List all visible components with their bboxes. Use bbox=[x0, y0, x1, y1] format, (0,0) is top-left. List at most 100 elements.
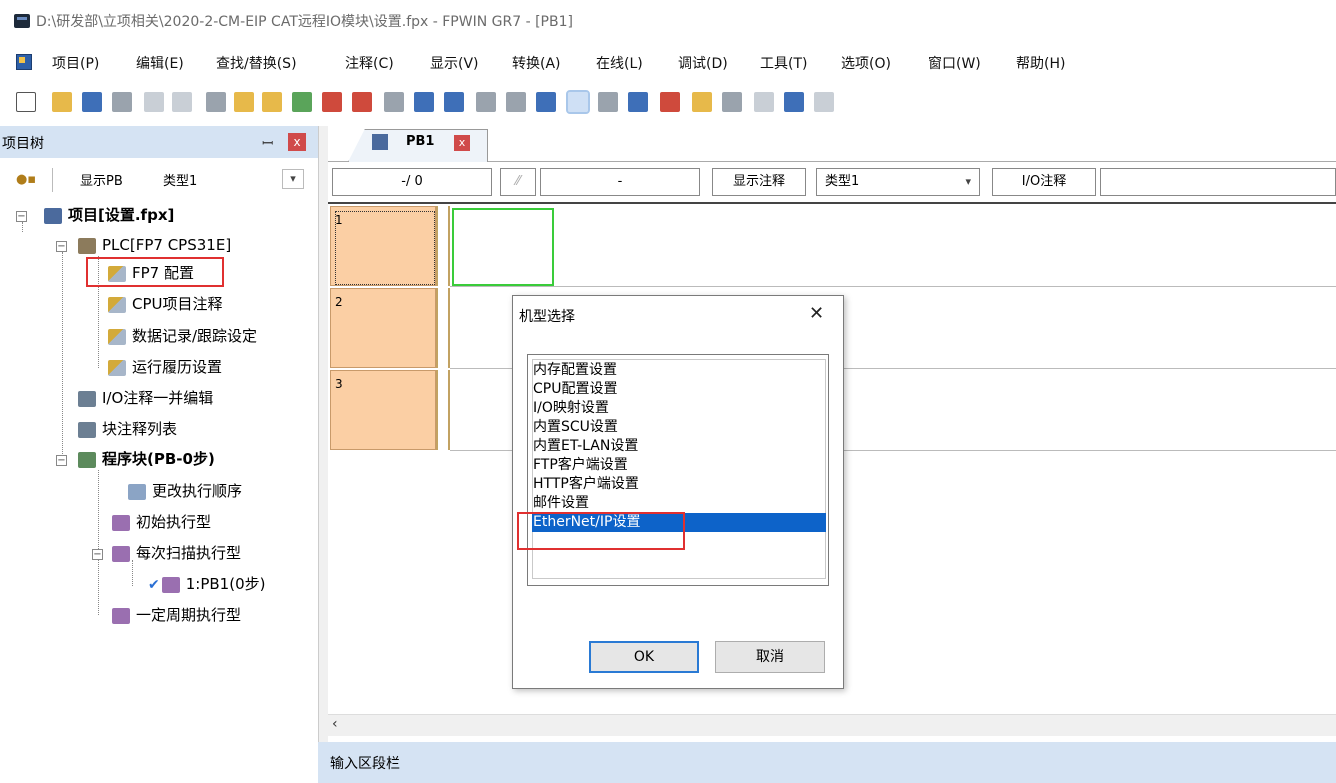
tree-item-project[interactable]: 项目[设置.fpx] bbox=[44, 203, 174, 227]
comment-type-select[interactable]: 类型1 ▾ bbox=[816, 168, 980, 196]
show-pb-button[interactable]: 显示PB bbox=[80, 170, 123, 189]
copy-icon[interactable] bbox=[234, 92, 254, 112]
rung-number[interactable]: 2 bbox=[330, 288, 436, 368]
list-item[interactable]: 内置ET-LAN设置 bbox=[532, 437, 826, 456]
convert-icon[interactable] bbox=[536, 92, 556, 112]
tab-label[interactable]: PB1 bbox=[406, 134, 434, 149]
step-button[interactable]: ⁄⁄ bbox=[500, 168, 536, 196]
menu-view[interactable]: 显示(V) bbox=[430, 53, 479, 73]
tree-item-run-history[interactable]: 运行履历设置 bbox=[108, 355, 222, 379]
menu-online[interactable]: 在线(L) bbox=[596, 53, 643, 73]
io-comment-button[interactable]: I/O注释 bbox=[992, 168, 1096, 196]
undo-icon[interactable] bbox=[144, 92, 164, 112]
ok-button[interactable]: OK bbox=[589, 641, 699, 673]
rung-number[interactable]: 3 bbox=[330, 370, 436, 450]
list-item[interactable]: CPU配置设置 bbox=[532, 380, 826, 399]
cut-icon[interactable] bbox=[206, 92, 226, 112]
menu-convert[interactable]: 转换(A) bbox=[512, 53, 561, 73]
chevron-left-icon[interactable]: ‹ bbox=[332, 716, 338, 732]
tree-item-plc[interactable]: PLC[FP7 CPS31E] bbox=[78, 233, 231, 257]
horizontal-scrollbar[interactable]: ‹ bbox=[328, 714, 1336, 736]
menu-tools[interactable]: 工具(T) bbox=[760, 53, 807, 73]
menu-window[interactable]: 窗口(W) bbox=[928, 53, 981, 73]
tree-item-program-blocks[interactable]: 程序块(PB-0步) bbox=[78, 447, 215, 471]
menu-project[interactable]: 项目(P) bbox=[52, 53, 99, 73]
collapse-toggle[interactable]: − bbox=[56, 455, 67, 466]
tree-item-label: 初始执行型 bbox=[136, 513, 212, 531]
settings-listbox[interactable]: 内存配置设置 CPU配置设置 I/O映射设置 内置SCU设置 内置ET-LAN设… bbox=[527, 354, 829, 586]
block-comment-icon[interactable] bbox=[444, 92, 464, 112]
tree-item-exec-order[interactable]: 更改执行顺序 bbox=[128, 479, 242, 503]
insert-row-icon[interactable] bbox=[292, 92, 312, 112]
editor-tab-bar: PB1 x bbox=[328, 126, 1336, 162]
tree-item-label: 块注释列表 bbox=[102, 420, 178, 438]
wrench-icon bbox=[108, 359, 126, 376]
type-select[interactable]: 类型1 bbox=[163, 170, 197, 189]
new-icon[interactable] bbox=[16, 92, 36, 112]
download-icon[interactable] bbox=[660, 92, 680, 112]
rung-number[interactable]: 1 bbox=[330, 206, 436, 286]
io-comment-icon[interactable] bbox=[414, 92, 434, 112]
list-item[interactable]: I/O映射设置 bbox=[532, 399, 826, 418]
ladder-cursor[interactable] bbox=[452, 208, 554, 286]
redo-icon[interactable] bbox=[172, 92, 192, 112]
online-icon[interactable] bbox=[566, 90, 590, 114]
chevron-down-icon[interactable]: ▾ bbox=[965, 169, 971, 195]
save-icon[interactable] bbox=[82, 92, 102, 112]
compile-icon[interactable] bbox=[506, 92, 526, 112]
collapse-toggle[interactable]: − bbox=[56, 241, 67, 252]
tree-item-periodic-exec[interactable]: 一定周期执行型 bbox=[112, 603, 241, 627]
close-icon[interactable]: ✕ bbox=[809, 303, 824, 324]
print-icon[interactable] bbox=[112, 92, 132, 112]
list-item[interactable]: FTP客户端设置 bbox=[532, 456, 826, 475]
cancel-button[interactable]: 取消 bbox=[715, 641, 825, 673]
list-item[interactable]: 内置SCU设置 bbox=[532, 418, 826, 437]
list-item[interactable]: HTTP客户端设置 bbox=[532, 475, 826, 494]
offline-icon[interactable] bbox=[598, 92, 618, 112]
open-icon[interactable] bbox=[52, 92, 72, 112]
chevron-down-icon[interactable]: ▾ bbox=[282, 169, 304, 189]
stop-icon[interactable] bbox=[722, 92, 742, 112]
upload-icon[interactable] bbox=[628, 92, 648, 112]
paste-icon[interactable] bbox=[262, 92, 282, 112]
tree-item-pb1[interactable]: ✔ 1:PB1(0步) bbox=[148, 572, 265, 596]
menu-options[interactable]: 选项(O) bbox=[841, 53, 891, 73]
collapse-toggle[interactable]: − bbox=[92, 549, 103, 560]
status-icon[interactable] bbox=[784, 92, 804, 112]
tree-item-cpu-comment[interactable]: CPU项目注释 bbox=[108, 292, 223, 316]
menu-debug[interactable]: 调试(D) bbox=[678, 53, 728, 73]
menu-help[interactable]: 帮助(H) bbox=[1016, 53, 1065, 73]
tree-item-label: 每次扫描执行型 bbox=[136, 544, 242, 562]
panel-splitter[interactable] bbox=[318, 126, 328, 783]
run-icon[interactable] bbox=[754, 92, 774, 112]
replace-icon[interactable] bbox=[352, 92, 372, 112]
tree-item-io-comment[interactable]: I/O注释一并编辑 bbox=[78, 386, 213, 410]
power-rail bbox=[436, 370, 450, 450]
tree-item-block-comment[interactable]: 块注释列表 bbox=[78, 417, 177, 441]
list-item[interactable]: 邮件设置 bbox=[532, 494, 826, 513]
tree-item-initial-exec[interactable]: 初始执行型 bbox=[112, 510, 211, 534]
address-field[interactable]: - bbox=[540, 168, 700, 196]
pin-icon[interactable]: ꟷ bbox=[262, 134, 273, 153]
comment-field[interactable] bbox=[1100, 168, 1336, 196]
run-prog-icon[interactable] bbox=[692, 92, 712, 112]
position-field[interactable]: -/ 0 bbox=[332, 168, 492, 196]
find-icon[interactable] bbox=[384, 92, 404, 112]
document-icon[interactable] bbox=[16, 54, 32, 70]
tree-item-label: 项目[设置.fpx] bbox=[68, 206, 175, 224]
show-comment-button[interactable]: 显示注释 bbox=[712, 168, 806, 196]
tree-item-scan-exec[interactable]: 每次扫描执行型 bbox=[112, 541, 241, 565]
menu-find-replace[interactable]: 查找/替换(S) bbox=[216, 53, 297, 73]
tree-item-label: 更改执行顺序 bbox=[152, 482, 243, 500]
menu-comment[interactable]: 注释(C) bbox=[345, 53, 394, 73]
collapse-toggle[interactable]: − bbox=[16, 211, 27, 222]
more-icon[interactable] bbox=[814, 92, 834, 112]
tree-item-data-logging[interactable]: 数据记录/跟踪设定 bbox=[108, 324, 257, 348]
monitor-icon[interactable] bbox=[476, 92, 496, 112]
tree-tool-icon[interactable]: ●▪ bbox=[16, 172, 36, 187]
menu-edit[interactable]: 编辑(E) bbox=[136, 53, 184, 73]
list-item[interactable]: 内存配置设置 bbox=[532, 361, 826, 380]
tab-close-button[interactable]: x bbox=[454, 135, 470, 151]
delete-row-icon[interactable] bbox=[322, 92, 342, 112]
panel-close-button[interactable]: x bbox=[288, 133, 306, 151]
